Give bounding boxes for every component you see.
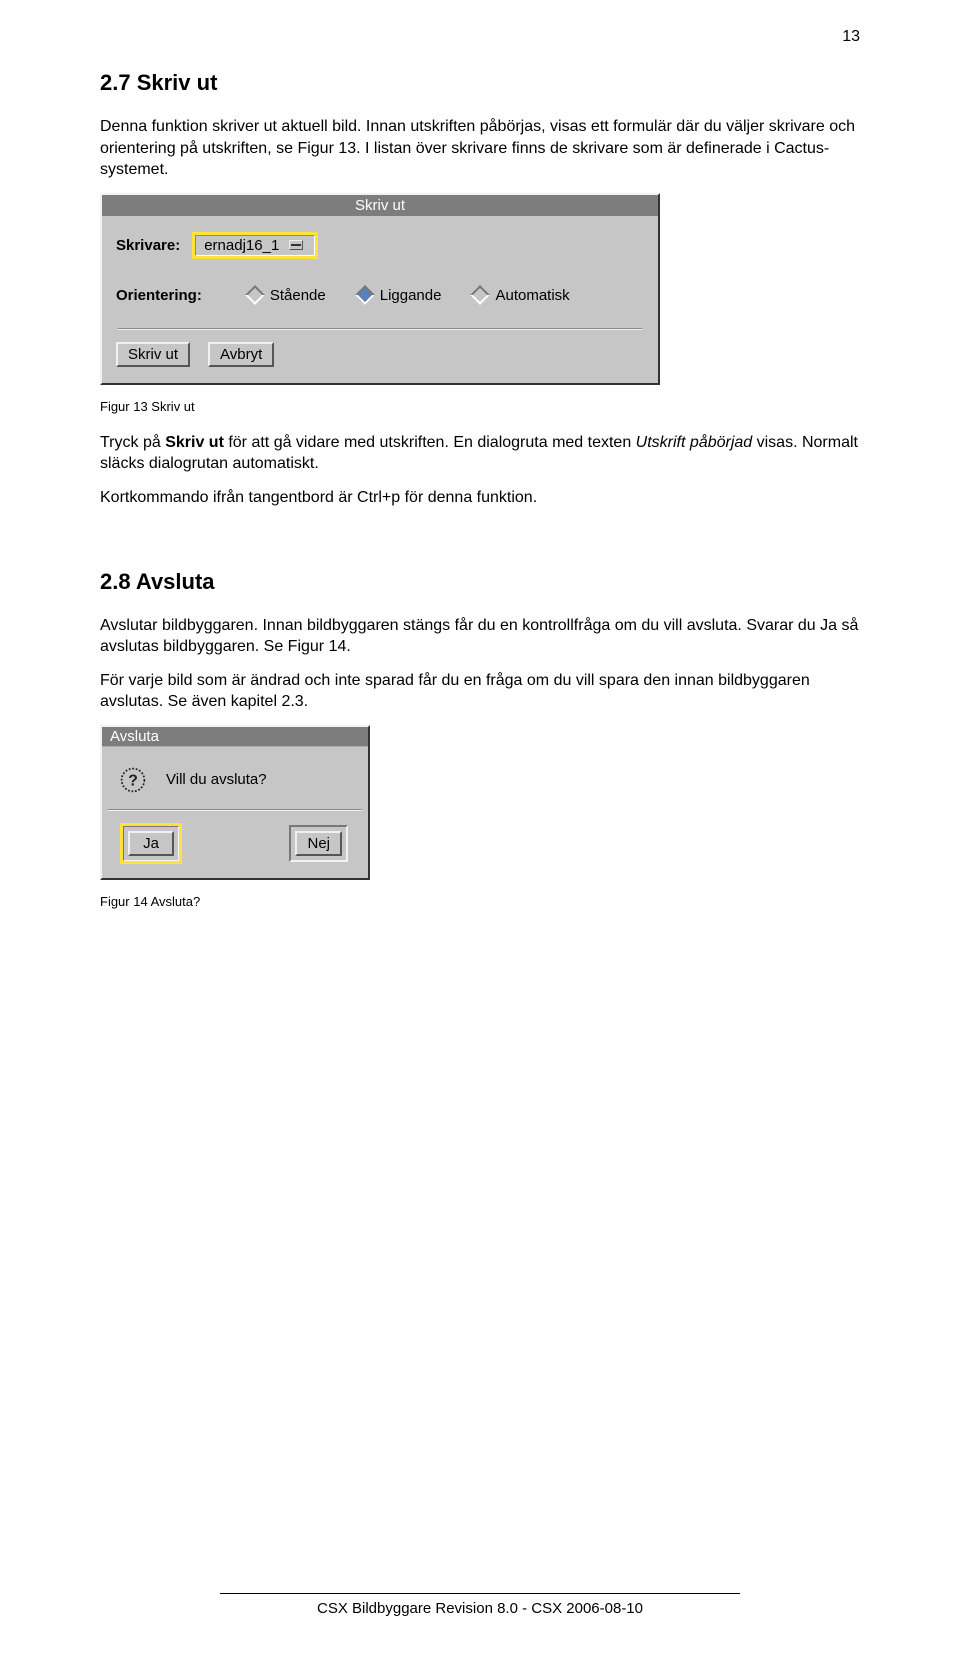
quit-question-text: Vill du avsluta? xyxy=(166,771,267,788)
quit-dialog-title: Avsluta xyxy=(102,727,368,747)
print-dialog-title: Skriv ut xyxy=(102,195,658,216)
figure-13-caption: Figur 13 Skriv ut xyxy=(100,399,860,414)
figure-14-caption: Figur 14 Avsluta? xyxy=(100,894,860,909)
printer-combo[interactable]: ernadj16_1 xyxy=(194,234,316,257)
print-dialog: Skriv ut Skrivare: ernadj16_1 Orienterin… xyxy=(100,193,660,385)
para-shortcut: Kortkommando ifrån tangentbord är Ctrl+p… xyxy=(100,487,860,509)
svg-text:?: ? xyxy=(128,772,138,789)
para-press-print: Tryck på Skriv ut för att gå vidare med … xyxy=(100,432,860,475)
print-button[interactable]: Skriv ut xyxy=(116,342,190,367)
radio-lying[interactable]: Liggande xyxy=(358,287,442,304)
radio-auto-label: Automatisk xyxy=(495,287,569,304)
quit-dialog: Avsluta ? Vill du avsluta? Ja Nej xyxy=(100,725,370,880)
heading-2-7: 2.7 Skriv ut xyxy=(100,70,860,96)
question-icon: ? xyxy=(118,765,148,795)
radio-lying-label: Liggande xyxy=(380,287,442,304)
combo-arrow-icon xyxy=(289,240,303,250)
printer-label: Skrivare: xyxy=(116,237,180,254)
separator xyxy=(118,328,642,330)
diamond-icon xyxy=(245,285,265,305)
no-button-wrap: Nej xyxy=(289,825,348,862)
printer-combo-value: ernadj16_1 xyxy=(204,237,279,254)
no-button[interactable]: Nej xyxy=(295,831,342,856)
para-2-8-1: Avslutar bildbyggaren. Innan bildbyggare… xyxy=(100,615,860,658)
para-2-8-2: För varje bild som är ändrad och inte sp… xyxy=(100,670,860,713)
cancel-button[interactable]: Avbryt xyxy=(208,342,274,367)
diamond-icon xyxy=(355,285,375,305)
footer-text: CSX Bildbyggare Revision 8.0 - CSX 2006-… xyxy=(220,1593,740,1617)
yes-button[interactable]: Ja xyxy=(128,831,174,856)
radio-auto[interactable]: Automatisk xyxy=(473,287,569,304)
yes-button-wrap: Ja xyxy=(122,825,180,862)
diamond-icon xyxy=(471,285,491,305)
heading-2-8: 2.8 Avsluta xyxy=(100,569,860,595)
radio-standing[interactable]: Stående xyxy=(248,287,326,304)
page-number: 13 xyxy=(842,28,860,46)
orientation-label: Orientering: xyxy=(116,287,202,304)
radio-standing-label: Stående xyxy=(270,287,326,304)
para-2-7-intro: Denna funktion skriver ut aktuell bild. … xyxy=(100,116,860,181)
